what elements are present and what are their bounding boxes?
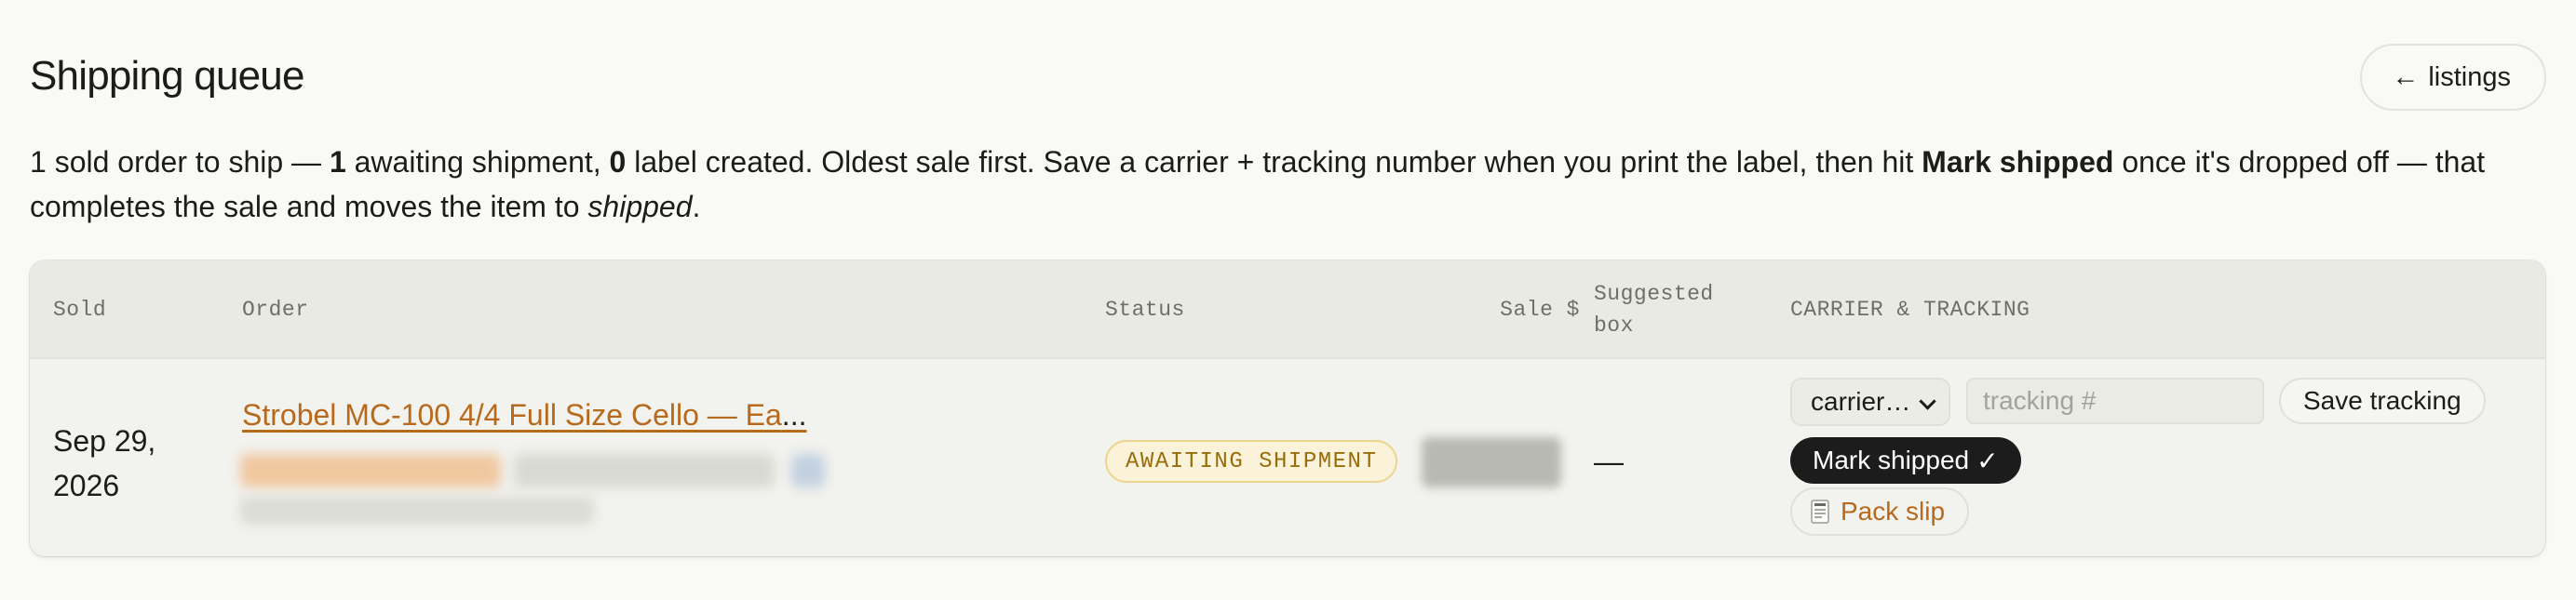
intro-text-1: 1 sold order to ship — [30, 145, 330, 179]
shipping-queue-page: Shipping queue ← listings 1 sold order t… [0, 0, 2576, 600]
mark-shipped-label: Mark shipped [1813, 446, 1970, 474]
intro-text-2: awaiting shipment, [345, 145, 610, 179]
column-header-status: Status [1105, 298, 1185, 322]
queue-description: 1 sold order to ship — 1 awaiting shipme… [30, 140, 2562, 229]
order-title-ellipsis: ... [781, 398, 807, 432]
mark-shipped-button[interactable]: Mark shipped ✓ [1790, 437, 2021, 484]
page-title: Shipping queue [30, 53, 304, 99]
chevron-down-icon [1919, 393, 1936, 410]
intro-mark-shipped: Mark shipped [1922, 145, 2114, 179]
status-badge: AWAITING SHIPMENT [1105, 440, 1398, 483]
pack-slip-button[interactable]: Pack slip [1790, 487, 1970, 536]
back-button-label: listings [2428, 61, 2511, 92]
shipping-queue-table: Sold Order Status Sale $ Suggested box C… [30, 260, 2545, 556]
column-header-order: Order [242, 298, 309, 322]
pack-slip-label: Pack slip [1841, 497, 1946, 526]
table-row: Sep 29, 2026 Strobel MC-100 4/4 Full Siz… [30, 361, 2545, 556]
redacted-sale-amount [1422, 437, 1561, 487]
column-header-sold: Sold [53, 298, 107, 322]
save-tracking-button[interactable]: Save tracking [2279, 378, 2486, 424]
tracking-number-input[interactable] [1966, 378, 2264, 424]
table-header: Sold Order Status Sale $ Suggested box C… [30, 260, 2545, 359]
carrier-select[interactable]: carrier… [1790, 378, 1950, 426]
order-title-link[interactable]: Strobel MC-100 4/4 Full Size Cello — Ea.… [242, 394, 806, 435]
intro-shipped: shipped [587, 190, 693, 223]
order-title-text: Strobel MC-100 4/4 Full Size Cello — Ea [242, 398, 782, 432]
redacted-shipping-address [240, 497, 594, 525]
label-count: 0 [609, 145, 627, 179]
carrier-select-value: carrier… [1811, 387, 1911, 416]
receipt-icon [1811, 500, 1829, 524]
column-header-sale: Sale $ [1500, 298, 1580, 322]
sold-date: Sep 29, 2026 [53, 424, 156, 502]
back-to-listings-button[interactable]: ← listings [2360, 44, 2546, 111]
redacted-icon [791, 454, 825, 487]
arrow-left-icon: ← [2392, 61, 2420, 92]
awaiting-count: 1 [329, 145, 346, 179]
column-header-suggested-box: Suggested box [1594, 282, 1714, 338]
intro-text-5: . [692, 190, 701, 223]
redacted-buyer-name [240, 454, 501, 487]
redacted-order-details [514, 454, 775, 487]
intro-text-3: label created. Oldest sale first. Save a… [626, 145, 1922, 179]
column-header-carrier-tracking: CARRIER & TRACKING [1790, 298, 2030, 322]
suggested-box-value: — [1594, 445, 1624, 478]
check-icon: ✓ [1976, 446, 1999, 475]
